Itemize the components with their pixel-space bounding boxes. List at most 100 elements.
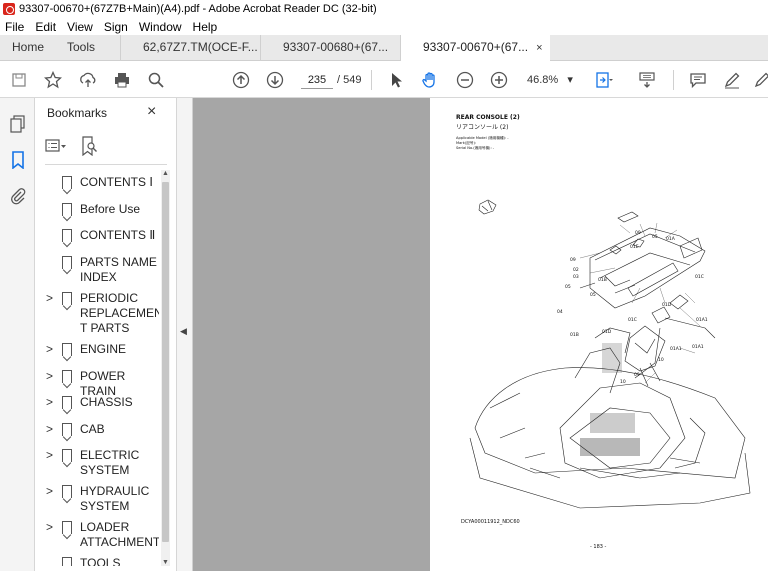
find-bookmark-icon[interactable] <box>81 136 99 159</box>
scrollbar-thumb[interactable] <box>162 182 169 542</box>
callout-label: 03 <box>573 274 579 280</box>
expand-chevron-icon[interactable]: > <box>46 369 53 384</box>
tab-close-icon[interactable]: × <box>536 42 542 54</box>
bookmark-flag-icon <box>62 396 72 409</box>
print-icon[interactable] <box>112 70 132 90</box>
bookmarks-scrollbar[interactable]: ▲ ▼ <box>161 170 170 566</box>
expand-chevron-icon[interactable]: > <box>46 291 53 306</box>
callout-label: 09 <box>634 372 640 378</box>
bookmark-label: HYDRAULIC SYSTEM <box>80 484 150 513</box>
expand-chevron-icon[interactable]: > <box>46 395 53 410</box>
share-upload-icon[interactable] <box>78 70 98 90</box>
page-thumbnails-icon[interactable] <box>8 114 28 134</box>
zoom-in-icon[interactable] <box>489 70 509 90</box>
tab-document-active-label: 93307-00670+(67... <box>423 40 529 54</box>
bookmark-contents-1[interactable]: CONTENTS Ⅰ <box>35 175 159 193</box>
parts-exploded-diagram: 09 05 01A 01E 09 02 03 05 01B 05 04 01B … <box>469 199 751 509</box>
callout-label: 05 <box>590 292 596 298</box>
bookmark-power-train[interactable]: > POWER TRAIN <box>35 369 159 398</box>
bookmark-flag-icon <box>62 557 72 566</box>
zoom-out-icon[interactable] <box>455 70 475 90</box>
tab-document-2[interactable]: 93307-00680+(67... <box>260 35 400 61</box>
bookmark-flag-icon <box>62 256 72 269</box>
highlight-pen-icon[interactable] <box>722 70 742 90</box>
page-total-label: / 549 <box>337 74 362 86</box>
bookmark-label: PERIODIC REPLACEMEN T PARTS <box>80 291 159 335</box>
bookmarks-panel-icon[interactable] <box>8 150 28 170</box>
menu-help[interactable]: Help <box>188 20 224 34</box>
previous-page-icon[interactable] <box>231 70 251 90</box>
select-arrow-icon[interactable] <box>386 70 406 90</box>
menu-window[interactable]: Window <box>134 20 188 34</box>
expand-chevron-icon[interactable]: > <box>46 448 53 463</box>
find-search-icon[interactable] <box>146 70 166 90</box>
page-number-footer: - 183 - <box>590 544 607 550</box>
callout-label: 01D <box>662 302 672 308</box>
scrolling-mode-icon[interactable] <box>637 70 657 90</box>
bookmarks-header: Bookmarks <box>47 106 108 120</box>
bookmark-flag-icon <box>62 343 72 356</box>
zoom-level-dropdown[interactable]: 46.8% ▾ <box>527 71 573 89</box>
menu-view[interactable]: View <box>62 20 99 34</box>
tab-document-1[interactable]: 62,67Z7.TM(OCE-F... <box>120 35 260 61</box>
toolbar-divider-2 <box>673 70 674 90</box>
tab-bar: Home Tools 62,67Z7.TM(OCE-F... 93307-006… <box>0 35 768 62</box>
bookmark-star-icon[interactable] <box>43 70 63 90</box>
bookmark-label: ELECTRIC SYSTEM <box>80 448 140 477</box>
page-number-input[interactable]: 235 <box>301 71 333 89</box>
panel-collapse-strip[interactable]: ◀ <box>177 98 193 571</box>
callout-label: 01A1 <box>670 346 682 352</box>
callout-label: 10 <box>620 379 626 385</box>
menu-edit[interactable]: Edit <box>30 20 62 34</box>
comment-icon[interactable] <box>688 70 708 90</box>
bookmark-flag-icon <box>62 423 72 436</box>
window-title: 93307-00670+(67Z7B+Main)(A4).pdf - Adobe… <box>19 3 377 15</box>
bookmark-flag-icon <box>62 176 72 189</box>
expand-chevron-icon[interactable]: > <box>46 484 53 499</box>
hand-tool-icon[interactable] <box>420 70 440 90</box>
bookmark-label: ENGINE <box>80 342 127 356</box>
draw-tool-icon[interactable] <box>752 70 768 90</box>
expand-chevron-icon[interactable]: > <box>46 422 53 437</box>
tab-home[interactable]: Home <box>12 35 44 61</box>
bookmark-label: TOOLS <box>80 556 121 566</box>
bookmark-flag-icon <box>62 203 72 216</box>
page-fit-icon[interactable] <box>594 70 614 90</box>
bookmark-hydraulic-system[interactable]: > HYDRAULIC SYSTEM <box>35 484 159 516</box>
tab-tools[interactable]: Tools <box>67 35 95 61</box>
callout-label: 10 <box>658 357 664 363</box>
callout-label: 01B <box>570 332 579 338</box>
bookmark-tools[interactable]: TOOLS <box>35 556 159 566</box>
scroll-up-icon[interactable]: ▲ <box>162 170 169 177</box>
bookmark-electric-system[interactable]: > ELECTRIC SYSTEM <box>35 448 159 480</box>
bookmark-parts-name-index[interactable]: PARTS NAME INDEX <box>35 255 159 287</box>
bookmark-periodic-replacement-parts[interactable]: > PERIODIC REPLACEMEN T PARTS <box>35 291 159 337</box>
callout-label: 01C <box>695 274 704 280</box>
bookmark-options-list-icon[interactable] <box>45 138 67 157</box>
attachments-paperclip-icon[interactable] <box>8 186 28 206</box>
bookmark-contents-2[interactable]: CONTENTS Ⅱ <box>35 228 159 246</box>
close-icon[interactable]: × <box>147 103 156 121</box>
callout-label: 02 <box>573 267 579 273</box>
bookmark-flag-icon <box>62 229 72 242</box>
save-icon[interactable] <box>9 70 29 90</box>
callout-label: 05 <box>565 284 571 290</box>
tab-document-active[interactable]: 93307-00670+(67... × <box>400 35 550 62</box>
toolbar-divider <box>371 70 372 90</box>
bookmark-loader-attachment[interactable]: > LOADER ATTACHMENT <box>35 520 159 552</box>
bookmark-cab[interactable]: > CAB <box>35 422 159 440</box>
menu-sign[interactable]: Sign <box>99 20 134 34</box>
scroll-down-icon[interactable]: ▼ <box>162 559 169 566</box>
next-page-icon[interactable] <box>265 70 285 90</box>
bookmark-chassis[interactable]: > CHASSIS <box>35 395 159 413</box>
bookmark-engine[interactable]: > ENGINE <box>35 342 159 360</box>
expand-chevron-icon[interactable]: > <box>46 342 53 357</box>
menu-file[interactable]: File <box>0 20 30 34</box>
document-viewport[interactable]: REAR CONSOLE (2) リアコンソール (2) Applicable … <box>193 98 768 571</box>
collapse-left-icon[interactable]: ◀ <box>180 326 187 337</box>
expand-chevron-icon[interactable]: > <box>46 520 53 535</box>
bookmark-flag-icon <box>62 370 72 383</box>
bookmark-before-use[interactable]: Before Use <box>35 202 159 220</box>
bookmark-label: CHASSIS <box>80 395 133 409</box>
callout-label: 09 <box>635 230 641 236</box>
